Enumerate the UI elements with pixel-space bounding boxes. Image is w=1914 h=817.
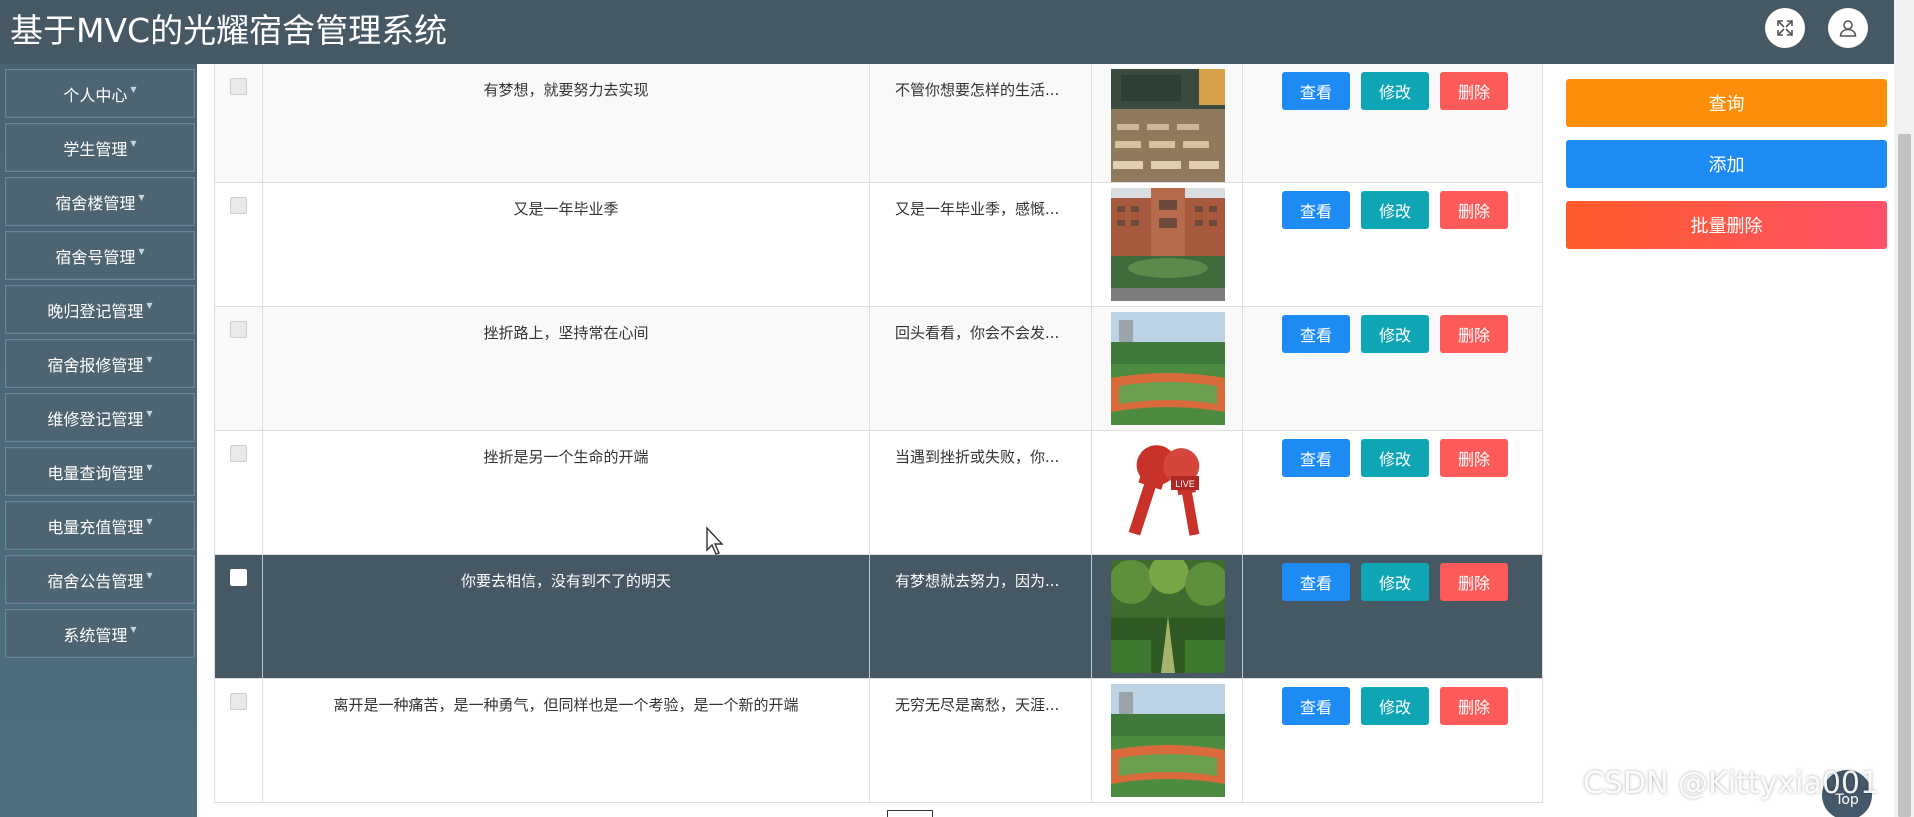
row-title: 有梦想，就要努力去实现 [483,81,649,99]
sidebar-item-label: 电量查询管理 [47,463,144,483]
sidebar-item-label: 晚归登记管理 [47,301,144,321]
sidebar-item-label: 宿舍报修管理 [47,355,144,375]
delete-button[interactable]: 删除 [1440,563,1508,601]
caret-down-icon: ▼ [146,517,153,526]
row-checkbox[interactable] [230,569,247,586]
mouse-cursor-icon [706,526,724,555]
edit-button[interactable]: 修改 [1361,72,1429,110]
sidebar-item-power-query[interactable]: 电量查询管理 ▼ [5,447,195,496]
row-checkbox[interactable] [230,445,247,462]
fullscreen-button[interactable] [1765,8,1805,48]
sidebar-item-label: 宿舍楼管理 [55,193,136,213]
caret-down-icon: ▼ [146,409,153,418]
sidebar-item-label: 维修登记管理 [47,409,144,429]
row-checkbox[interactable] [230,78,247,95]
row-title: 你要去相信，没有到不了的明天 [460,572,671,590]
caret-down-icon: ▼ [130,625,137,634]
view-button[interactable]: 查看 [1282,72,1350,110]
classroom-image [1111,69,1225,182]
row-content: 不管你想要怎样的生活... [895,81,1060,99]
table-row[interactable]: 挫折是另一个生命的开端 当遇到挫折或失败，你... LIVE 查看 修改 删除 [214,431,1543,555]
sidebar-item-late-return[interactable]: 晚归登记管理 ▼ [5,285,195,334]
sports-field-image [1111,684,1225,797]
sidebar-item-label: 宿舍号管理 [55,247,136,267]
edit-button[interactable]: 修改 [1361,439,1429,477]
caret-down-icon: ▼ [146,355,153,364]
row-checkbox[interactable] [230,693,247,710]
delete-button[interactable]: 删除 [1440,315,1508,353]
view-button[interactable]: 查看 [1282,563,1350,601]
sidebar-item-personal-center[interactable]: 个人中心 ▼ [5,69,195,118]
top-header: 基于MVC的光耀宿舍管理系统 [0,0,1894,64]
delete-button[interactable]: 删除 [1440,687,1508,725]
sidebar-item-notices[interactable]: 宿舍公告管理 ▼ [5,555,195,604]
row-content: 又是一年毕业季，感慨... [895,200,1060,218]
delete-button[interactable]: 删除 [1440,191,1508,229]
sports-field-image [1111,312,1225,425]
sidebar-item-students[interactable]: 学生管理 ▼ [5,123,195,172]
view-button[interactable]: 查看 [1282,315,1350,353]
svg-text:LIVE: LIVE [1175,479,1195,489]
table-row[interactable]: 有梦想，就要努力去实现 不管你想要怎样的生活... 查看 修改 删除 [214,64,1543,183]
sidebar-item-label: 系统管理 [63,625,128,645]
tree-path-image [1111,560,1225,673]
watermark: CSDN @Kittyxia001 [1583,766,1880,801]
row-content: 回头看看，你会不会发... [895,324,1060,342]
sidebar: 个人中心 ▼ 学生管理 ▼ 宿舍楼管理 ▼ 宿舍号管理 ▼ 晚归登记管理 ▼ 宿舍报修管理… [0,64,197,817]
sidebar-item-label: 个人中心 [63,85,128,105]
caret-down-icon: ▼ [130,139,137,148]
sidebar-item-buildings[interactable]: 宿舍楼管理 ▼ [5,177,195,226]
table-row[interactable]: 又是一年毕业季 又是一年毕业季，感慨... 查看 修改 删除 [214,183,1543,307]
sidebar-item-label: 学生管理 [63,139,128,159]
edit-button[interactable]: 修改 [1361,315,1429,353]
sidebar-item-repair-request[interactable]: 宿舍报修管理 ▼ [5,339,195,388]
expand-icon [1777,20,1793,36]
table-row-selected[interactable]: 你要去相信，没有到不了的明天 有梦想就去努力，因为... 查看 修改 删除 [214,555,1543,679]
caret-down-icon: ▼ [146,463,153,472]
row-checkbox[interactable] [230,321,247,338]
app-title: 基于MVC的光耀宿舍管理系统 [10,11,448,50]
scrollbar-thumb[interactable] [1898,134,1911,817]
row-title: 挫折是另一个生命的开端 [483,448,649,466]
bulk-delete-button[interactable]: 批量删除 [1566,201,1887,249]
sidebar-item-repair-log[interactable]: 维修登记管理 ▼ [5,393,195,442]
user-button[interactable] [1828,8,1868,48]
pagination-box[interactable] [887,810,933,817]
view-button[interactable]: 查看 [1282,687,1350,725]
row-title: 又是一年毕业季 [513,200,619,218]
sidebar-item-label: 宿舍公告管理 [47,571,144,591]
caret-down-icon: ▼ [138,193,145,202]
caret-down-icon: ▼ [138,247,145,256]
row-content: 当遇到挫折或失败，你... [895,448,1060,466]
table-row[interactable]: 挫折路上，坚持常在心间 回头看看，你会不会发... 查看 修改 删除 [214,307,1543,431]
sidebar-item-power-recharge[interactable]: 电量充值管理 ▼ [5,501,195,550]
query-button[interactable]: 查询 [1566,79,1887,127]
sidebar-item-rooms[interactable]: 宿舍号管理 ▼ [5,231,195,280]
caret-down-icon: ▼ [130,85,137,94]
row-title: 挫折路上，坚持常在心间 [483,324,649,342]
notice-table: 有梦想，就要努力去实现 不管你想要怎样的生活... 查看 修改 删除 又是一年毕… [214,64,1543,804]
table-row[interactable]: 离开是一种痛苦，是一种勇气，但同样也是一个考验，是一个新的开端 无穷无尽是离愁，… [214,679,1543,803]
row-content: 有梦想就去努力，因为... [895,572,1060,590]
row-title: 离开是一种痛苦，是一种勇气，但同样也是一个考验，是一个新的开端 [333,696,799,714]
sidebar-item-label: 电量充值管理 [47,517,144,537]
row-checkbox[interactable] [230,197,247,214]
news-microphone-image: LIVE [1111,436,1225,549]
edit-button[interactable]: 修改 [1361,563,1429,601]
caret-down-icon: ▼ [146,571,153,580]
view-button[interactable]: 查看 [1282,191,1350,229]
sidebar-item-system[interactable]: 系统管理 ▼ [5,609,195,658]
view-button[interactable]: 查看 [1282,439,1350,477]
caret-down-icon: ▼ [146,301,153,310]
delete-button[interactable]: 删除 [1440,439,1508,477]
user-icon [1839,20,1857,37]
page-scrollbar[interactable] [1894,0,1914,817]
add-button[interactable]: 添加 [1566,140,1887,188]
row-content: 无穷无尽是离愁，天涯... [895,696,1060,714]
edit-button[interactable]: 修改 [1361,191,1429,229]
edit-button[interactable]: 修改 [1361,687,1429,725]
delete-button[interactable]: 删除 [1440,72,1508,110]
campus-building-image [1111,188,1225,301]
